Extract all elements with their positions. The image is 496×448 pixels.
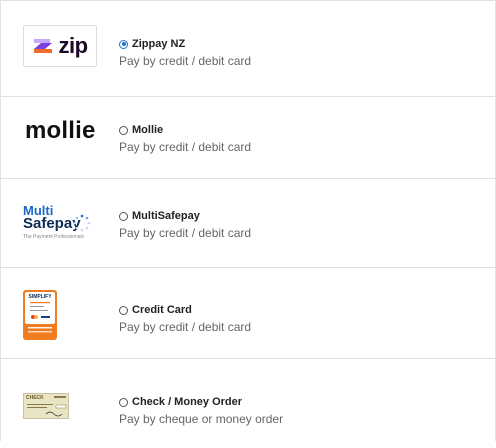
zip-logo-text: zip [58,33,88,58]
payment-option-check[interactable]: CHECK Check / Money Order Pay by cheque … [1,358,495,448]
payment-option-zippay[interactable]: zip Zippay NZ Pay by credit / debit card [1,0,495,96]
check-paper-icon [27,396,67,417]
payment-option-credit-card[interactable]: SIMPLIFY Credit Card Pay by credit / deb… [1,267,495,358]
zippay-description: Pay by credit / debit card [119,54,252,68]
check-radio[interactable] [119,397,128,407]
zippay-title: Zippay NZ [132,38,186,50]
simplify-logo: SIMPLIFY [23,290,57,340]
multisafepay-description: Pay by credit / debit card [119,226,252,240]
payment-method-list: zip Zippay NZ Pay by credit / debit card… [0,0,496,441]
zippay-logo: zip [23,25,97,67]
multisafepay-logo-line2: Safepay [23,215,81,232]
multisafepay-logo-tagline: The Payment Professionals [23,234,85,240]
simplify-footer-icon [28,327,52,333]
zip-mark-icon [34,39,53,53]
multisafepay-dots-icon [73,214,91,232]
check-description: Pay by cheque or money order [119,412,284,426]
mollie-title: Mollie [132,124,164,136]
credit-card-radio[interactable] [119,305,128,315]
check-title: Check / Money Order [132,396,243,408]
multisafepay-radio[interactable] [119,211,128,221]
check-logo: CHECK [23,393,69,419]
zippay-radio[interactable] [119,39,128,49]
payment-option-mollie[interactable]: mollie Mollie Pay by credit / debit card [1,96,495,178]
payment-option-multisafepay[interactable]: Multi Safepay The Payment Professionals [1,178,495,267]
multisafepay-logo: Multi Safepay The Payment Professionals [23,203,95,243]
credit-card-description: Pay by credit / debit card [119,320,252,334]
mollie-logo: mollie [23,117,96,145]
multisafepay-title: MultiSafepay [132,210,200,222]
mollie-logo-text: mollie [25,117,96,144]
mollie-description: Pay by credit / debit card [119,140,252,154]
mollie-radio[interactable] [119,125,128,135]
simplify-card-icon [30,302,50,319]
credit-card-title: Credit Card [132,304,192,316]
